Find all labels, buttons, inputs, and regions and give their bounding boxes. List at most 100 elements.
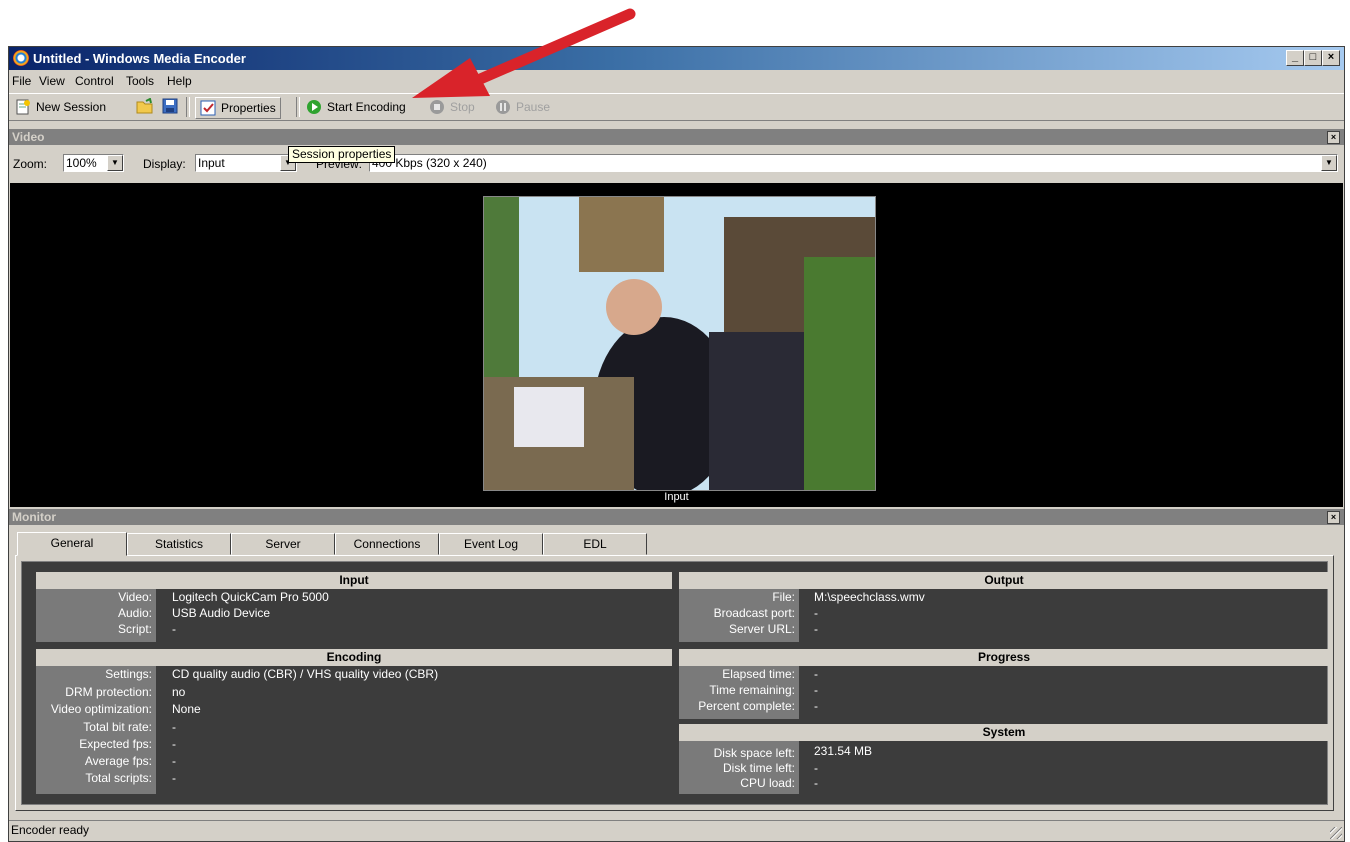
- encoding-settings-value: CD quality audio (CBR) / VHS quality vid…: [172, 667, 439, 681]
- tab-event-log[interactable]: Event Log: [439, 533, 543, 555]
- menu-bar: File View Control Tools Help: [9, 71, 1344, 91]
- average-fps-label: Average fps:: [84, 754, 152, 768]
- menu-tools[interactable]: Tools: [126, 74, 154, 88]
- broadcast-port-value: -: [814, 606, 818, 620]
- time-remaining-label: Time remaining:: [709, 683, 795, 697]
- pause-icon: [495, 99, 511, 115]
- video-preview-area: Input: [10, 183, 1343, 507]
- start-encoding-label: Start Encoding: [327, 100, 406, 114]
- server-url-value: -: [814, 622, 818, 636]
- start-encoding-button[interactable]: Start Encoding: [306, 98, 406, 116]
- tab-connections[interactable]: Connections: [335, 533, 439, 555]
- toolbar-separator: [296, 97, 300, 117]
- input-video-label: Video:: [118, 590, 152, 604]
- stop-icon: [429, 99, 445, 115]
- drm-protection-value: no: [172, 685, 186, 699]
- output-file-value: M:\speechclass.wmv: [814, 590, 925, 604]
- properties-label: Properties: [221, 101, 276, 115]
- encoding-settings-label: Settings:: [105, 667, 152, 681]
- menu-file[interactable]: File: [12, 74, 31, 88]
- input-script-label: Script:: [117, 622, 152, 636]
- video-optimization-label: Video optimization:: [50, 702, 152, 716]
- preview-select[interactable]: 400 Kbps (320 x 240) ▼: [369, 154, 1338, 172]
- menu-help[interactable]: Help: [167, 74, 192, 88]
- new-session-button[interactable]: New Session: [15, 98, 106, 116]
- menu-control[interactable]: Control: [75, 74, 114, 88]
- title-bar: Untitled - Windows Media Encoder _ □ ×: [9, 47, 1344, 70]
- properties-button[interactable]: Properties: [195, 97, 281, 119]
- chevron-down-icon[interactable]: ▼: [107, 155, 123, 171]
- save-icon[interactable]: [162, 98, 178, 117]
- monitor-panel-header: Monitor ×: [9, 509, 1344, 525]
- menu-view[interactable]: View: [39, 74, 65, 88]
- toolbar-separator: [186, 97, 190, 117]
- elapsed-time-label: Elapsed time:: [722, 667, 795, 681]
- general-info-area: Input Video: Logitech QuickCam Pro 5000 …: [21, 561, 1329, 805]
- expected-fps-label: Expected fps:: [79, 737, 152, 751]
- monitor-panel: Monitor × General Statistics Server Conn…: [9, 509, 1344, 821]
- output-file-label: File:: [772, 590, 795, 604]
- total-scripts-value: -: [172, 771, 176, 785]
- minimize-button[interactable]: _: [1286, 50, 1304, 66]
- window-title: Untitled - Windows Media Encoder: [33, 51, 246, 66]
- encoder-window: Untitled - Windows Media Encoder _ □ × F…: [8, 46, 1345, 842]
- input-audio-value: USB Audio Device: [172, 606, 271, 620]
- drm-protection-label: DRM protection:: [65, 685, 152, 699]
- percent-complete-value: -: [814, 699, 818, 713]
- status-text: Encoder ready: [11, 823, 90, 837]
- disk-space-left-value: 231.54 MB: [814, 744, 873, 758]
- chevron-down-icon[interactable]: ▼: [1321, 155, 1337, 171]
- system-section-header: System: [679, 724, 1329, 741]
- stop-button[interactable]: Stop: [429, 98, 475, 116]
- encoding-section-header: Encoding: [36, 649, 672, 666]
- maximize-button[interactable]: □: [1304, 50, 1322, 66]
- session-properties-tooltip: Session properties: [288, 146, 396, 163]
- tab-edl[interactable]: EDL: [543, 533, 647, 555]
- display-value: Input: [198, 156, 225, 170]
- zoom-select[interactable]: 100% ▼: [63, 154, 124, 172]
- video-controls: Zoom: 100% ▼ Display: Input ▼ Preview: 4…: [9, 145, 1344, 181]
- server-url-label: Server URL:: [728, 622, 795, 636]
- monitor-panel-title: Monitor: [12, 510, 56, 524]
- start-icon: [306, 99, 322, 115]
- new-session-icon: [15, 99, 31, 115]
- app-icon: [13, 50, 29, 66]
- display-label: Display:: [143, 157, 186, 171]
- input-video-value: Logitech QuickCam Pro 5000: [172, 590, 329, 604]
- resize-grip-icon[interactable]: [1330, 827, 1342, 839]
- percent-complete-label: Percent complete:: [698, 699, 795, 713]
- input-audio-label: Audio:: [117, 606, 152, 620]
- video-caption: Input: [664, 491, 689, 503]
- tab-general[interactable]: General: [17, 532, 127, 556]
- disk-space-left-label: Disk space left:: [713, 746, 795, 760]
- average-fps-value: -: [172, 754, 176, 768]
- toolbar: New Session Properties Start Encoding St…: [9, 93, 1344, 121]
- pause-button[interactable]: Pause: [495, 98, 550, 116]
- total-bit-rate-value: -: [172, 720, 176, 734]
- disk-time-left-value: -: [814, 761, 818, 775]
- elapsed-time-value: -: [814, 667, 818, 681]
- video-panel-header: Video ×: [9, 129, 1344, 145]
- progress-section-header: Progress: [679, 649, 1329, 666]
- general-tab-body: Input Video: Logitech QuickCam Pro 5000 …: [15, 555, 1334, 811]
- tab-statistics[interactable]: Statistics: [127, 533, 231, 555]
- zoom-value: 100%: [66, 156, 97, 170]
- cpu-load-label: CPU load:: [740, 776, 795, 790]
- display-select[interactable]: Input ▼: [195, 154, 297, 172]
- time-remaining-value: -: [814, 683, 818, 697]
- properties-icon: [200, 100, 216, 116]
- disk-time-left-label: Disk time left:: [722, 761, 795, 775]
- pause-label: Pause: [516, 100, 551, 114]
- webcam-video-frame: [483, 196, 876, 491]
- open-folder-icon[interactable]: [136, 97, 154, 117]
- expected-fps-value: -: [172, 737, 176, 751]
- tab-server[interactable]: Server: [231, 533, 335, 555]
- stop-label: Stop: [450, 100, 475, 114]
- input-script-value: -: [172, 622, 176, 636]
- new-session-label: New Session: [36, 100, 107, 114]
- close-button[interactable]: ×: [1322, 50, 1340, 66]
- video-optimization-value: None: [172, 702, 201, 716]
- monitor-panel-close-icon[interactable]: ×: [1327, 511, 1340, 524]
- output-section-header: Output: [679, 572, 1329, 589]
- video-panel-close-icon[interactable]: ×: [1327, 131, 1340, 144]
